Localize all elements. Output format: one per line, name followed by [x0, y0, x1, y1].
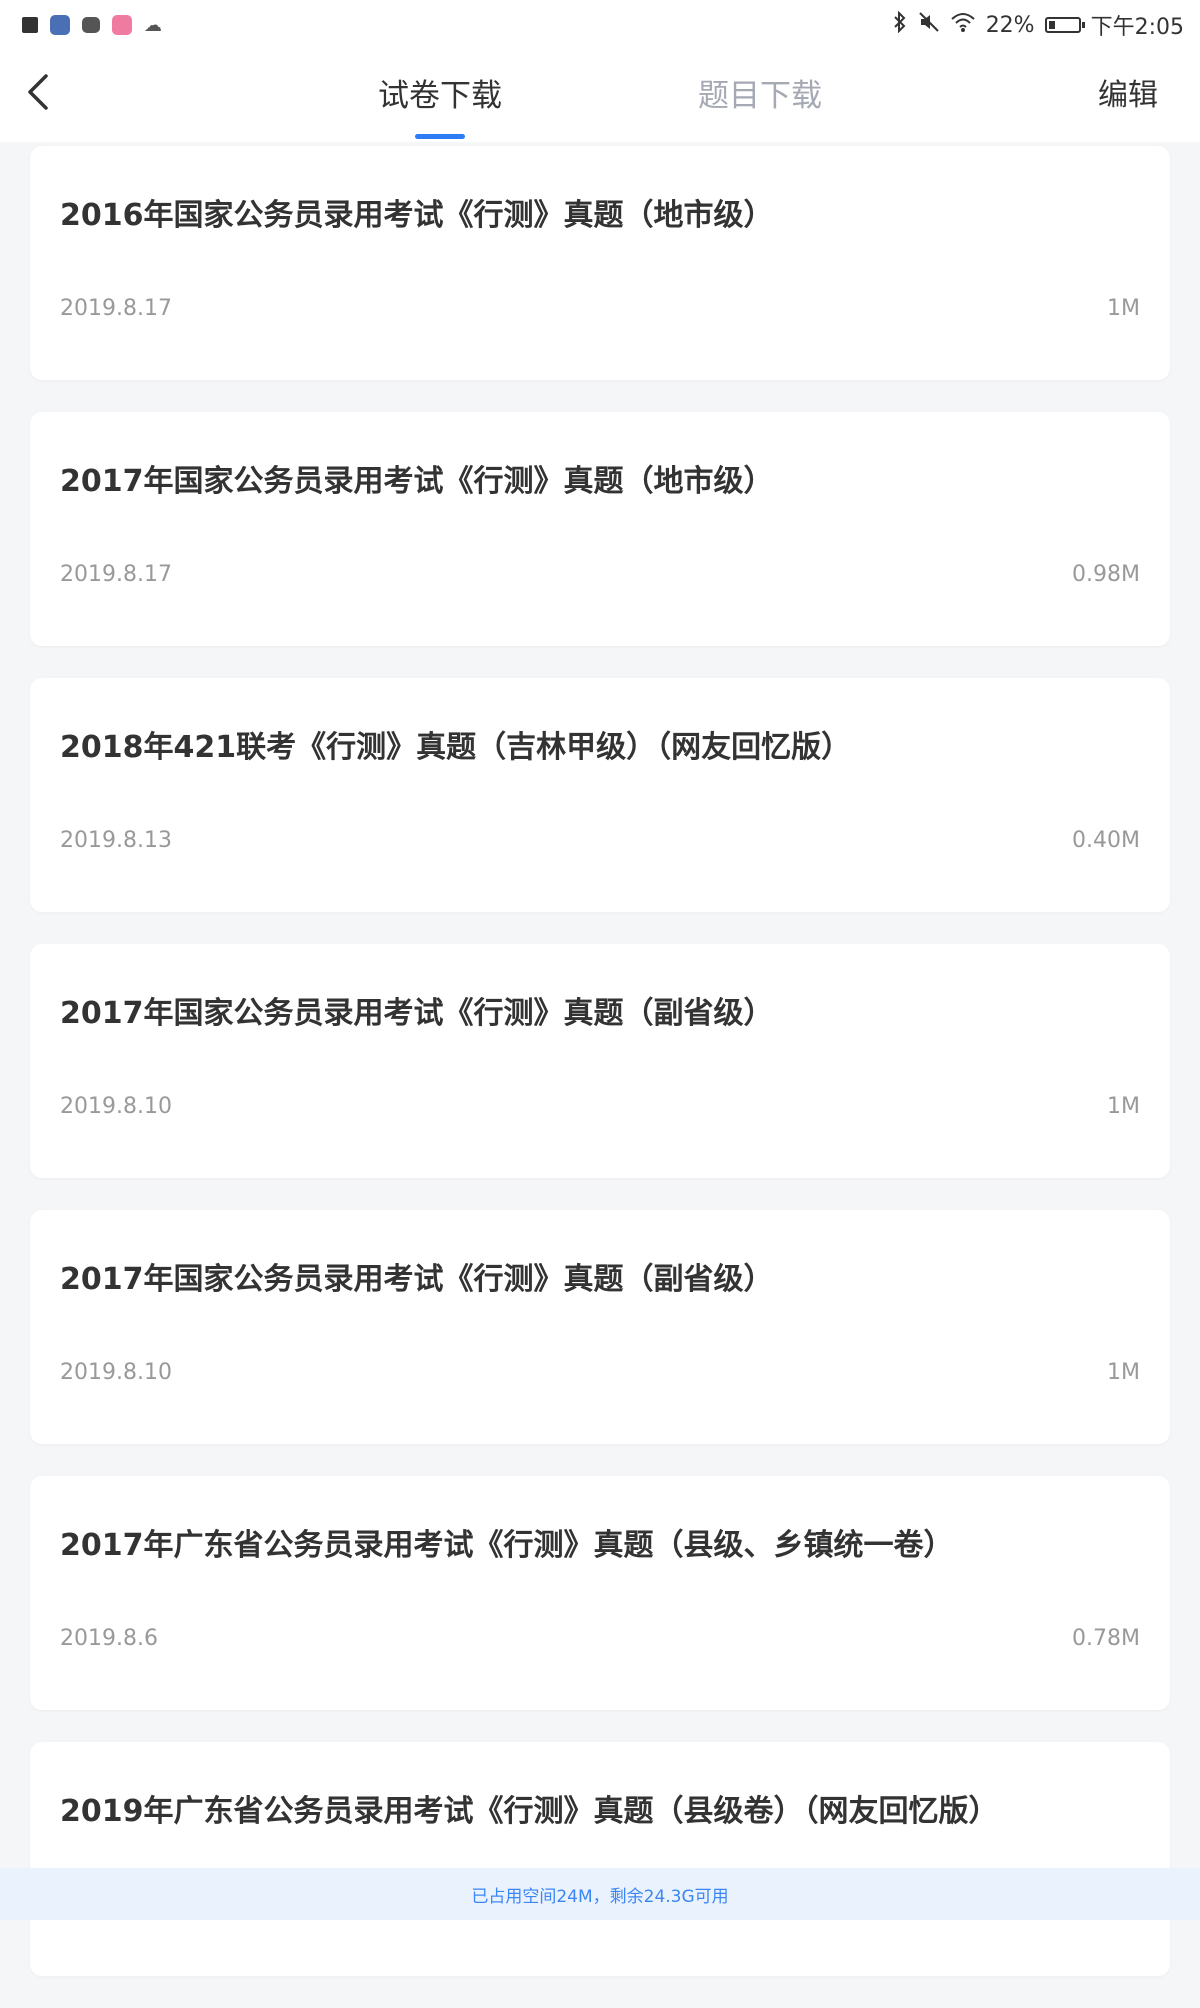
- back-button[interactable]: [24, 70, 64, 120]
- a-icon: [22, 17, 38, 33]
- item-title: 2016年国家公务员录用考试《行测》真题（地市级）: [60, 198, 774, 233]
- book-icon: [82, 17, 100, 33]
- download-list: 2016年国家公务员录用考试《行测》真题（地市级） 2019.8.17 1M 2…: [30, 146, 1170, 2008]
- tab-paper-download[interactable]: 试卷下载: [372, 70, 508, 115]
- item-title: 2017年广东省公务员录用考试《行测》真题（县级、乡镇统一卷）: [60, 1528, 954, 1563]
- edit-button[interactable]: 编辑: [1098, 70, 1158, 114]
- storage-footer: 已占用空间24M，剩余24.3G可用: [0, 1868, 1200, 1920]
- status-bar: ☁ 22% 下午2:05: [0, 0, 1200, 50]
- list-item[interactable]: 2017年广东省公务员录用考试《行测》真题（县级、乡镇统一卷） 2019.8.6…: [30, 1476, 1170, 1710]
- battery-percent: 22%: [985, 12, 1035, 38]
- item-size: 1M: [1107, 1094, 1140, 1119]
- cloud-icon: ☁: [144, 14, 162, 36]
- item-date: 2019.8.17: [60, 562, 172, 587]
- status-bar-system: 22% 下午2:05: [892, 9, 1200, 41]
- item-date: 2019.8.17: [60, 296, 172, 321]
- lala-icon: [112, 15, 132, 35]
- status-time: 下午2:05: [1090, 15, 1184, 40]
- app-icon: [50, 15, 70, 35]
- chevron-left-icon: [28, 74, 48, 110]
- item-size: 0.78M: [1072, 1626, 1140, 1651]
- list-item[interactable]: 2017年国家公务员录用考试《行测》真题（副省级） 2019.8.10 1M: [30, 1210, 1170, 1444]
- storage-info: 已占用空间24M，剩余24.3G可用: [471, 1886, 729, 1907]
- item-date: 2019.8.10: [60, 1094, 172, 1119]
- item-title: 2019年广东省公务员录用考试《行测》真题（县级卷）（网友回忆版）: [60, 1794, 999, 1829]
- item-title: 2017年国家公务员录用考试《行测》真题（副省级）: [60, 1262, 774, 1297]
- battery-level: [1048, 21, 1055, 29]
- item-date: 2019.8.10: [60, 1360, 172, 1385]
- item-size: 0.98M: [1072, 562, 1140, 587]
- list-item[interactable]: 2017年国家公务员录用考试《行测》真题（副省级） 2019.8.10 1M: [30, 944, 1170, 1178]
- item-size: 1M: [1107, 1360, 1140, 1385]
- top-nav-bar: 试卷下载 题目下载 编辑: [0, 50, 1200, 142]
- bluetooth-icon: [892, 10, 908, 39]
- tab-question-download[interactable]: 题目下载: [692, 70, 828, 115]
- item-size: 0.40M: [1072, 828, 1140, 853]
- item-title: 2017年国家公务员录用考试《行测》真题（地市级）: [60, 464, 774, 499]
- list-item[interactable]: 2019年广东省公务员录用考试《行测》真题（县级卷）（网友回忆版）: [30, 1742, 1170, 1976]
- mute-icon: [918, 11, 940, 39]
- item-date: 2019.8.13: [60, 828, 172, 853]
- list-item[interactable]: 2016年国家公务员录用考试《行测》真题（地市级） 2019.8.17 1M: [30, 146, 1170, 380]
- wifi-icon: [950, 11, 976, 39]
- list-item[interactable]: 2017年国家公务员录用考试《行测》真题（地市级） 2019.8.17 0.98…: [30, 412, 1170, 646]
- item-date: 2019.8.6: [60, 1626, 158, 1651]
- item-title: 2017年国家公务员录用考试《行测》真题（副省级）: [60, 996, 774, 1031]
- list-item[interactable]: 2018年421联考《行测》真题（吉林甲级）（网友回忆版） 2019.8.13 …: [30, 678, 1170, 912]
- active-tab-indicator: [415, 134, 465, 139]
- item-title: 2018年421联考《行测》真题（吉林甲级）（网友回忆版）: [60, 730, 852, 765]
- item-size: 1M: [1107, 296, 1140, 321]
- battery-icon: [1044, 17, 1085, 33]
- status-bar-notifications: ☁: [0, 15, 162, 36]
